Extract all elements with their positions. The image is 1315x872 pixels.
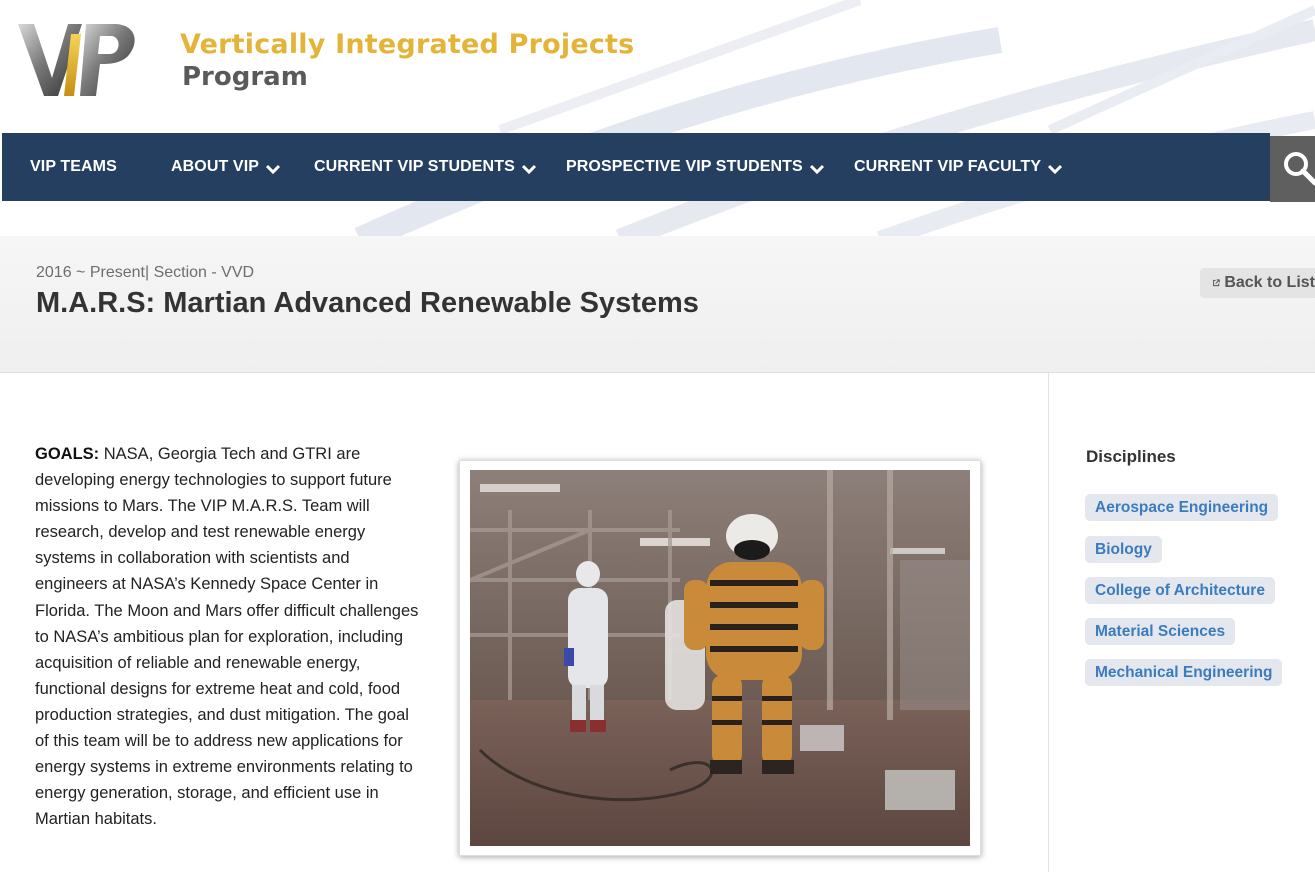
nav-item-label: CURRENT VIP STUDENTS <box>314 158 515 175</box>
chevron-down-icon <box>265 164 281 175</box>
site-title-line1: Vertically Integrated Projects <box>180 29 635 60</box>
external-link-icon <box>1213 279 1220 287</box>
goals-text: NASA, Georgia Tech and GTRI are developi… <box>35 445 419 829</box>
nav-vip-teams[interactable]: VIP TEAMS <box>30 133 117 201</box>
chevron-down-icon <box>809 164 824 175</box>
nav-item-label: CURRENT VIP FACULTY <box>854 158 1042 175</box>
discipline-tag-aerospace-engineering[interactable]: Aerospace Engineering <box>1085 494 1279 521</box>
nav-about-vip[interactable]: ABOUT VIP <box>171 133 281 201</box>
nav-item-label: ABOUT VIP <box>171 158 260 175</box>
nav-current-vip-faculty[interactable]: CURRENT VIP FACULTY <box>854 133 1063 201</box>
nav-prospective-vip-students[interactable]: PROSPECTIVE VIP STUDENTS <box>566 133 825 201</box>
chevron-down-icon <box>521 164 536 175</box>
site-title[interactable]: Vertically Integrated Projects Program <box>180 28 634 92</box>
discipline-tag-college-of-architecture[interactable]: College of Architecture <box>1085 577 1275 604</box>
nav-current-vip-students[interactable]: CURRENT VIP STUDENTS <box>314 133 537 201</box>
main-nav: VIP TEAMS ABOUT VIP CURRENT VIP STUDENTS… <box>2 133 1270 201</box>
goals-label: GOALS: <box>35 445 100 463</box>
discipline-tag-biology[interactable]: Biology <box>1085 536 1162 563</box>
disciplines-sidebar: Disciplines Aerospace Engineering Biolog… <box>1048 373 1315 872</box>
back-to-list-button[interactable]: Back to List <box>1200 268 1315 298</box>
site-header: Vertically Integrated Projects Program <box>0 0 1315 132</box>
site-title-line2: Program <box>182 62 308 92</box>
nav-item-label: PROSPECTIVE VIP STUDENTS <box>566 158 803 175</box>
goals-paragraph: GOALS: NASA, Georgia Tech and GTRI are d… <box>35 441 425 832</box>
main-content: GOALS: NASA, Georgia Tech and GTRI are d… <box>0 373 1315 872</box>
discipline-tag-mechanical-engineering[interactable]: Mechanical Engineering <box>1085 659 1283 686</box>
search-icon <box>1284 152 1315 186</box>
back-to-list-label: Back to List <box>1224 274 1315 291</box>
team-meta: 2016 ~ Present| Section - VVD <box>36 264 255 281</box>
chevron-down-icon <box>1048 164 1063 175</box>
page-title: M.A.R.S: Martian Advanced Renewable Syst… <box>36 287 699 319</box>
disciplines-title: Disciplines <box>1086 447 1176 466</box>
nav-item-label: VIP TEAMS <box>30 158 117 175</box>
search-button[interactable] <box>1270 136 1315 202</box>
discipline-tag-material-sciences[interactable]: Material Sciences <box>1085 618 1236 645</box>
team-photo-frame <box>459 460 981 856</box>
vip-logo[interactable] <box>16 16 142 100</box>
team-photo <box>470 470 970 846</box>
